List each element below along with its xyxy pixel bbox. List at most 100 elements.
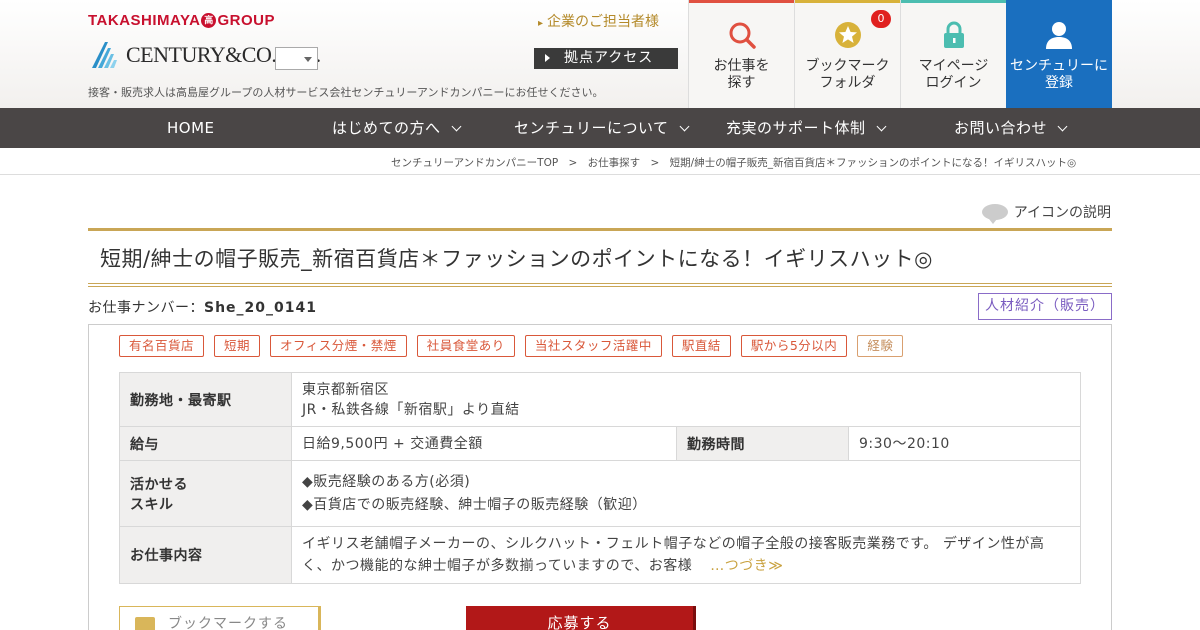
nav-about[interactable]: センチュリーについて xyxy=(514,108,690,148)
nav-label: はじめての方へ xyxy=(332,119,441,137)
skills-value: ◆販売経験のある方(必須) ◆百貨店での販売経験、紳士帽子の販売経験（歓迎） xyxy=(291,460,1081,527)
global-nav: HOME はじめての方へ センチュリーについて 充実のサポート体制 お問い合わせ xyxy=(0,108,1200,148)
tile-label-line: センチュリーに xyxy=(1010,58,1108,74)
speech-bubble-icon xyxy=(981,204,1008,224)
takashimaya-seal-icon: 高 xyxy=(201,13,217,28)
tile-register[interactable]: センチュリーに 登録 xyxy=(1006,0,1112,108)
breadcrumb-separator: > xyxy=(650,157,660,169)
breadcrumb-search-link[interactable]: お仕事探す xyxy=(588,157,641,169)
nav-label: HOME xyxy=(167,119,215,137)
nav-label: お問い合わせ xyxy=(954,119,1048,137)
page-title: 短期/紳士の帽子販売_新宿百貨店＊ファッションのポイントになる！イギリスハット◎ xyxy=(100,247,933,271)
skills-label: 活かせる スキル xyxy=(119,460,292,527)
tile-label-line: マイページ xyxy=(918,58,989,74)
tile-label: お仕事を 探す xyxy=(689,58,794,92)
nav-label: センチュリーについて xyxy=(514,119,669,137)
group-logo-text-2: GROUP xyxy=(217,12,275,29)
skills-line: ◆販売経験のある方(必須) xyxy=(302,474,471,490)
tile-accent-bar xyxy=(1006,0,1112,3)
language-select[interactable] xyxy=(275,47,318,70)
salary-value: 日給9,500円 + 交通費全額 xyxy=(291,426,677,461)
icon-explanation-link[interactable]: アイコンの説明 xyxy=(981,202,1111,224)
tile-label: ブックマーク フォルダ xyxy=(795,58,900,92)
feature-tag: 駅直結 xyxy=(671,335,731,357)
skills-label-line: スキル xyxy=(130,496,174,513)
breadcrumb-top-link[interactable]: センチュリーアンドカンパニーTOP xyxy=(391,157,558,169)
feature-tag: 有名百貨店 xyxy=(119,335,205,357)
tile-label-line: 探す xyxy=(727,75,756,91)
search-icon xyxy=(729,22,756,49)
nav-first-time[interactable]: はじめての方へ xyxy=(332,108,461,148)
salary-label: 給与 xyxy=(119,426,292,461)
breadcrumb-separator: > xyxy=(568,157,578,169)
nav-home[interactable]: HOME xyxy=(167,108,215,148)
bookmark-count-badge: 0 xyxy=(871,10,891,28)
location-value: 東京都新宿区 JR・私鉄各線「新宿駅」より直結 xyxy=(291,372,1081,427)
tile-label: マイページ ログイン xyxy=(901,58,1006,92)
tile-label-line: 登録 xyxy=(1045,75,1073,91)
corporate-client-link[interactable]: 企業のご担当者様 xyxy=(538,11,659,31)
tile-accent-bar xyxy=(689,0,794,3)
user-icon xyxy=(1046,22,1072,49)
tile-label-line: お仕事を xyxy=(713,58,770,74)
job-detail-box: 有名百貨店 短期 オフィス分煙・禁煙 社員食堂あり 当社スタッフ活躍中 駅直結 … xyxy=(88,324,1112,630)
tile-label-line: フォルダ xyxy=(819,75,876,91)
takashimaya-group-logo[interactable]: TAKASHIMAYA 高 GROUP xyxy=(88,12,275,29)
hours-value: 9:30～20:10 xyxy=(848,426,1081,461)
tile-mypage-login[interactable]: マイページ ログイン xyxy=(900,0,1006,108)
bookmark-button[interactable]: ブックマークする xyxy=(119,606,321,630)
nav-label: 充実のサポート体制 xyxy=(726,119,866,137)
nav-support[interactable]: 充実のサポート体制 xyxy=(726,108,886,148)
star-icon xyxy=(834,22,861,48)
lock-icon xyxy=(943,21,964,48)
century-mark-icon xyxy=(92,42,117,68)
chevron-down-icon xyxy=(679,121,690,132)
feature-tag: 経験 xyxy=(857,335,904,357)
site-header: TAKASHIMAYA 高 GROUP CENTURY&CO.LTD. 接客・販… xyxy=(0,0,1200,108)
table-row: 給与 日給9,500円 + 交通費全額 勤務時間 9:30～20:10 xyxy=(119,426,1081,461)
feature-tag: 駅から5分以内 xyxy=(740,335,848,357)
breadcrumb: センチュリーアンドカンパニーTOP > お仕事探す > 短期/紳士の帽子販売_新… xyxy=(391,155,1076,170)
bookmark-button-label: ブックマークする xyxy=(168,616,288,630)
job-number-value: She_20_0141 xyxy=(204,300,317,316)
breadcrumb-current: 短期/紳士の帽子販売_新宿百貨店＊ファッションのポイントになる！イギリスハット◎ xyxy=(669,157,1077,169)
table-row: 勤務地・最寄駅 東京都新宿区 JR・私鉄各線「新宿駅」より直結 xyxy=(119,372,1081,427)
job-type-badge: 人材紹介（販売） xyxy=(978,293,1112,320)
table-row: お仕事内容 イギリス老舗帽子メーカーの、シルクハット・フェルト帽子などの帽子全般… xyxy=(119,526,1081,584)
icon-explanation-label: アイコンの説明 xyxy=(1013,205,1111,221)
skills-label-line: 活かせる xyxy=(130,476,188,493)
feature-tag: 短期 xyxy=(214,335,261,357)
job-number-label: お仕事ナンバー： xyxy=(88,300,204,316)
feature-tag: 当社スタッフ活躍中 xyxy=(524,335,662,357)
site-tagline: 接客・販売求人は高島屋グループの人材サービス会社センチュリーアンドカンパニーにお… xyxy=(88,86,604,99)
job-info-table: 勤務地・最寄駅 東京都新宿区 JR・私鉄各線「新宿駅」より直結 給与 日給9,5… xyxy=(119,372,1081,584)
tile-accent-bar xyxy=(795,0,900,3)
description-value: イギリス老舗帽子メーカーの、シルクハット・フェルト帽子などの帽子全般の接客販売業… xyxy=(291,526,1081,584)
table-row: 活かせる スキル ◆販売経験のある方(必須) ◆百貨店での販売経験、紳士帽子の販… xyxy=(119,460,1081,527)
office-access-button[interactable]: 拠点アクセス xyxy=(534,48,678,69)
tile-label: センチュリーに 登録 xyxy=(1006,58,1112,92)
job-number: お仕事ナンバー：She_20_0141 xyxy=(88,297,317,317)
location-line: 東京都新宿区 xyxy=(302,381,389,398)
feature-tag: 社員食堂あり xyxy=(416,335,515,357)
description-text: イギリス老舗帽子メーカーの、シルクハット・フェルト帽子などの帽子全般の接客販売業… xyxy=(302,536,1045,574)
job-title-box: 短期/紳士の帽子販売_新宿百貨店＊ファッションのポイントになる！イギリスハット◎ xyxy=(88,228,1112,287)
apply-button[interactable]: 応募する xyxy=(466,606,696,630)
folder-star-icon xyxy=(135,617,155,630)
tile-label-line: ブックマーク xyxy=(805,58,890,74)
skills-line: ◆百貨店での販売経験、紳士帽子の販売経験（歓迎） xyxy=(302,497,647,513)
feature-tags: 有名百貨店 短期 オフィス分煙・禁煙 社員食堂あり 当社スタッフ活躍中 駅直結 … xyxy=(119,335,904,357)
chevron-down-icon xyxy=(1057,121,1068,132)
hours-label: 勤務時間 xyxy=(676,426,849,461)
read-more-link[interactable]: …つづき≫ xyxy=(710,558,783,574)
divider xyxy=(0,174,1200,175)
tile-bookmark-folder[interactable]: 0 ブックマーク フォルダ xyxy=(794,0,900,108)
location-line: JR・私鉄各線「新宿駅」より直結 xyxy=(302,401,520,418)
tile-label-line: ログイン xyxy=(925,75,982,91)
nav-contact[interactable]: お問い合わせ xyxy=(954,108,1068,148)
chevron-down-icon xyxy=(876,121,886,132)
tile-accent-bar xyxy=(901,0,1006,3)
feature-tag: オフィス分煙・禁煙 xyxy=(270,335,407,357)
tile-job-search[interactable]: お仕事を 探す xyxy=(688,0,794,108)
location-label: 勤務地・最寄駅 xyxy=(119,372,292,427)
